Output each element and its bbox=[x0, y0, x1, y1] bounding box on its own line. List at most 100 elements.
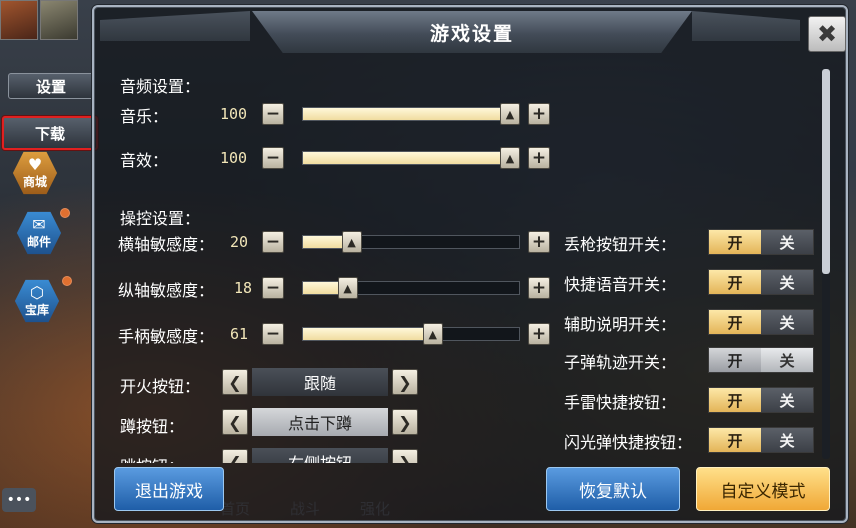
jump-button-next[interactable]: ❯ bbox=[392, 449, 418, 463]
fire-button-next[interactable]: ❯ bbox=[392, 369, 418, 395]
v-sens-plus-button[interactable]: + bbox=[528, 277, 550, 299]
toggle-label-bullet-trail: 子弹轨迹开关： bbox=[564, 353, 677, 372]
toggle-on-option[interactable]: 开 bbox=[709, 270, 761, 294]
toggle-off-option[interactable]: 关 bbox=[761, 428, 813, 452]
exit-game-button[interactable]: 退出游戏 bbox=[114, 467, 224, 511]
music-minus-button[interactable]: − bbox=[262, 103, 284, 125]
player-avatar bbox=[0, 0, 38, 40]
h-sens-plus-button[interactable]: + bbox=[528, 231, 550, 253]
toggle-help-tips[interactable]: 开 关 bbox=[708, 309, 814, 335]
mail-notification-dot bbox=[60, 208, 70, 218]
toggle-off-option[interactable]: 关 bbox=[761, 348, 813, 372]
toggle-label-drop-gun: 丢枪按钮开关： bbox=[564, 235, 677, 254]
chevron-left-icon: ❮ bbox=[228, 452, 242, 464]
chevron-right-icon: ❯ bbox=[398, 372, 412, 392]
crouch-button-prev[interactable]: ❮ bbox=[222, 409, 248, 435]
toggle-on-option[interactable]: 开 bbox=[709, 230, 761, 254]
toggle-drop-gun[interactable]: 开 关 bbox=[708, 229, 814, 255]
side-settings-button[interactable]: 设置 bbox=[8, 73, 94, 99]
music-plus-button[interactable]: + bbox=[528, 103, 550, 125]
gamepad-sens-minus-button[interactable]: − bbox=[262, 323, 284, 345]
mail-icon: ✉ bbox=[32, 214, 46, 234]
close-button[interactable]: ✖ bbox=[808, 16, 846, 52]
v-sens-slider-thumb[interactable]: ▲ bbox=[337, 277, 358, 299]
music-slider-thumb[interactable]: ▲ bbox=[500, 103, 520, 125]
toggle-on-option[interactable]: 开 bbox=[709, 388, 761, 412]
fire-button-label: 开火按钮： bbox=[120, 377, 201, 396]
jump-button-prev[interactable]: ❮ bbox=[222, 449, 248, 463]
treasure-notification-dot bbox=[62, 276, 72, 286]
crouch-button-select[interactable]: 点击下蹲 bbox=[252, 408, 388, 436]
dialog-title: 游戏设置 bbox=[429, 22, 514, 45]
music-slider[interactable]: ▲ bbox=[302, 103, 520, 125]
h-sens-slider-thumb[interactable]: ▲ bbox=[341, 231, 362, 253]
toggle-off-option[interactable]: 关 bbox=[761, 388, 813, 412]
title-decoration-left bbox=[100, 11, 250, 41]
side-download-button[interactable]: 下载 bbox=[2, 116, 98, 150]
v-sens-slider[interactable]: ▲ bbox=[302, 277, 520, 299]
toggle-label-grenade-quick: 手雷快捷按钮： bbox=[564, 393, 677, 412]
music-label: 音乐： bbox=[120, 107, 169, 126]
toggle-quick-voice[interactable]: 开 关 bbox=[708, 269, 814, 295]
scrollbar-thumb[interactable] bbox=[822, 69, 830, 274]
h-sens-label: 横轴敏感度： bbox=[118, 235, 215, 254]
gamepad-sens-value: 61 bbox=[230, 325, 249, 343]
sfx-value: 100 bbox=[220, 149, 248, 167]
toggle-on-option[interactable]: 开 bbox=[709, 428, 761, 452]
settings-content: 音频设置： 音乐： 100 − ▲ + 音效： 100 − ▲ + 操控设置： … bbox=[104, 65, 826, 463]
toggle-off-option[interactable]: 关 bbox=[761, 230, 813, 254]
shop-icon: ♥ bbox=[27, 154, 43, 174]
jump-button-label: 跳按钮： bbox=[120, 453, 184, 463]
sfx-minus-button[interactable]: − bbox=[262, 147, 284, 169]
rank-icon bbox=[40, 0, 78, 40]
settings-scrollbar[interactable] bbox=[822, 69, 830, 459]
treasure-icon: ⬡ bbox=[30, 282, 44, 302]
reset-default-button[interactable]: 恢复默认 bbox=[546, 467, 680, 511]
settings-dialog: 游戏设置 ✖ 音频设置： 音乐： 100 − ▲ + 音效： 100 − ▲ +… bbox=[92, 5, 848, 523]
jump-button-select[interactable]: 右侧按钮 bbox=[252, 448, 388, 463]
toggle-bullet-trail[interactable]: 开 关 bbox=[708, 347, 814, 373]
gamepad-sens-plus-button[interactable]: + bbox=[528, 323, 550, 345]
h-sens-value: 20 bbox=[230, 233, 249, 251]
toggle-off-option[interactable]: 关 bbox=[761, 270, 813, 294]
title-decoration-right bbox=[692, 11, 800, 41]
audio-section-title: 音频设置： bbox=[120, 77, 201, 96]
v-sens-label: 纵轴敏感度： bbox=[118, 281, 215, 300]
chevron-left-icon: ❮ bbox=[228, 372, 242, 392]
fire-button-prev[interactable]: ❮ bbox=[222, 369, 248, 395]
crouch-button-next[interactable]: ❯ bbox=[392, 409, 418, 435]
sfx-slider-thumb[interactable]: ▲ bbox=[500, 147, 520, 169]
h-sens-slider[interactable]: ▲ bbox=[302, 231, 520, 253]
controls-section-title: 操控设置： bbox=[120, 209, 201, 228]
toggle-on-option[interactable]: 开 bbox=[709, 310, 761, 334]
crouch-button-label: 蹲按钮： bbox=[120, 417, 185, 436]
sfx-plus-button[interactable]: + bbox=[528, 147, 550, 169]
sfx-slider-fill bbox=[303, 152, 511, 164]
chat-button[interactable]: ••• bbox=[2, 488, 36, 512]
sfx-slider[interactable]: ▲ bbox=[302, 147, 520, 169]
toggle-on-option[interactable]: 开 bbox=[709, 348, 761, 372]
h-sens-minus-button[interactable]: − bbox=[262, 231, 284, 253]
toggle-grenade-quick[interactable]: 开 关 bbox=[708, 387, 814, 413]
sfx-label: 音效： bbox=[120, 151, 169, 170]
toggle-label-help-tips: 辅助说明开关： bbox=[564, 315, 677, 334]
music-value: 100 bbox=[220, 105, 248, 123]
v-sens-value: 18 bbox=[234, 279, 253, 297]
gamepad-sens-slider-thumb[interactable]: ▲ bbox=[422, 323, 443, 345]
close-icon: ✖ bbox=[816, 20, 838, 48]
fire-button-select[interactable]: 跟随 bbox=[252, 368, 388, 396]
chevron-right-icon: ❯ bbox=[398, 452, 412, 464]
gamepad-sens-slider[interactable]: ▲ bbox=[302, 323, 520, 345]
gamepad-sens-label: 手柄敏感度： bbox=[118, 327, 215, 346]
gamepad-sens-slider-fill bbox=[303, 328, 434, 340]
dialog-title-bar: 游戏设置 bbox=[252, 11, 692, 53]
v-sens-minus-button[interactable]: − bbox=[262, 277, 284, 299]
toggle-flashbang-quick[interactable]: 开 关 bbox=[708, 427, 814, 453]
toggle-off-option[interactable]: 关 bbox=[761, 310, 813, 334]
custom-mode-button[interactable]: 自定义模式 bbox=[696, 467, 830, 511]
chevron-right-icon: ❯ bbox=[398, 412, 412, 432]
chevron-left-icon: ❮ bbox=[228, 412, 242, 432]
toggle-label-quick-voice: 快捷语音开关： bbox=[564, 275, 677, 294]
music-slider-fill bbox=[303, 108, 511, 120]
toggle-label-flashbang-quick: 闪光弹快捷按钮： bbox=[564, 433, 693, 452]
